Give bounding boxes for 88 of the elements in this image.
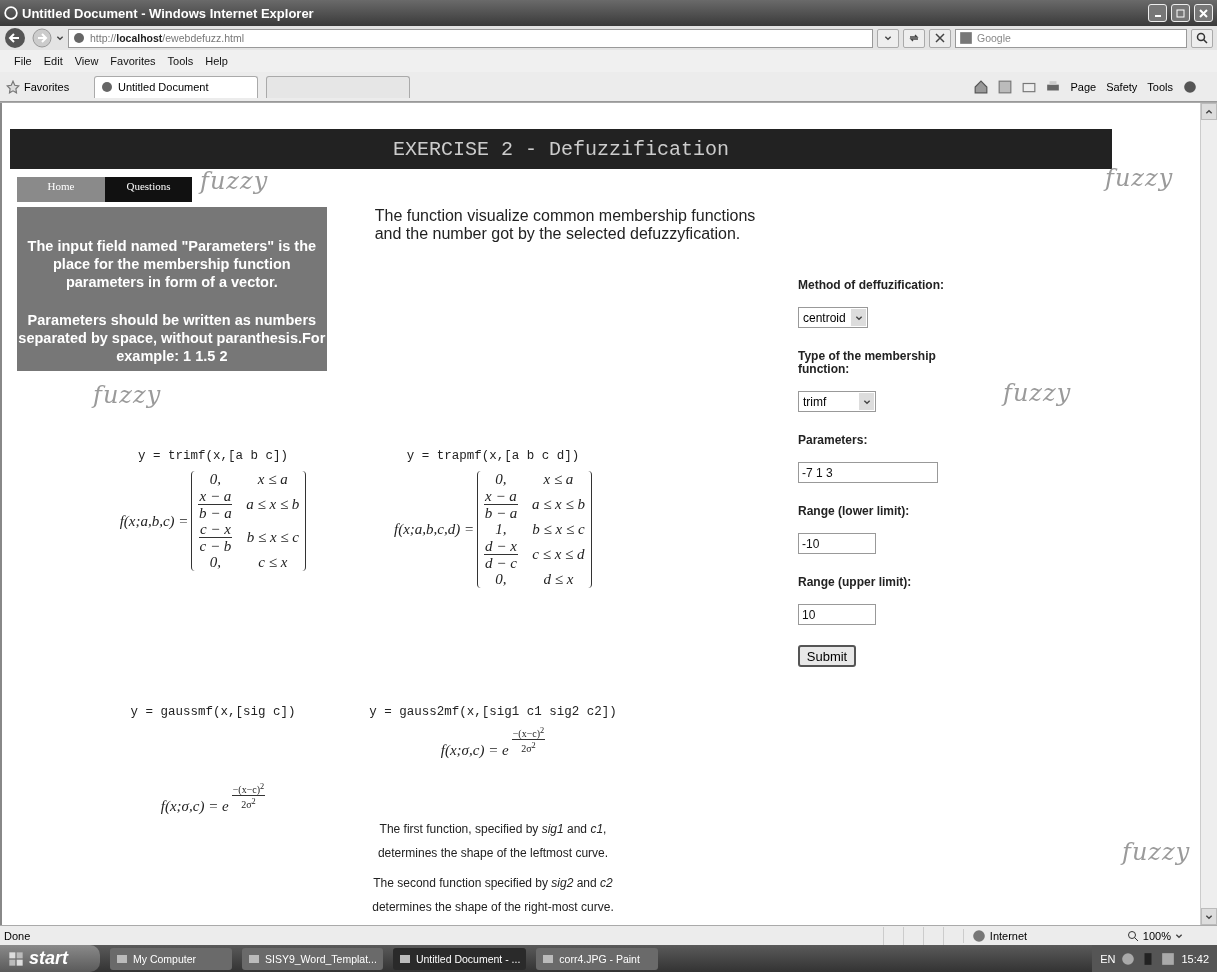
tray-icon — [1121, 951, 1136, 966]
forward-button[interactable] — [32, 28, 52, 48]
caret-icon — [1175, 931, 1183, 940]
command-menu[interactable]: Safety — [1106, 80, 1138, 93]
favorites-button[interactable]: Favorites — [6, 79, 86, 94]
refresh-icon — [908, 32, 920, 44]
input-field[interactable]: -10 — [798, 533, 876, 554]
field-label: Range (lower limit): — [798, 505, 911, 518]
function-call-text: y = trimf(x,[a b c]) — [138, 449, 288, 463]
page-header: EXERCISE 2 - Defuzzification — [10, 129, 1112, 169]
fuzzy-decoration: fuzzy — [93, 381, 162, 409]
zoom-button[interactable]: 100% — [1126, 929, 1183, 942]
caret-icon — [56, 34, 64, 42]
note-text: The second function specified by sig2 and c2 determines the shape of the right-most curve. — [371, 874, 615, 916]
language-indicator[interactable]: EN — [1100, 952, 1116, 965]
field-label: Type of the membership function: — [798, 350, 937, 376]
fuzzy-decoration: fuzzy — [1122, 838, 1191, 866]
caret-icon — [854, 313, 863, 322]
feed-icon — [998, 79, 1013, 94]
search-field[interactable]: Google — [955, 28, 1187, 48]
taskbar-item[interactable]: SISY9_Word_Templat... — [242, 947, 383, 970]
menu-item[interactable]: Favorites — [110, 55, 156, 67]
command-menu[interactable]: Page — [1070, 80, 1097, 93]
search-icon — [1196, 32, 1208, 44]
info-text: Parameters should be written as numbers separated by space, without paranthesis.For example: 1 1.5 2 — [17, 311, 327, 365]
caret-icon — [862, 397, 871, 406]
star-icon — [6, 79, 20, 94]
menu-item[interactable]: File — [14, 55, 32, 67]
close-icon — [1199, 8, 1208, 18]
function-call-text: y = trapmf(x,[a b c d]) — [406, 449, 580, 463]
print-icon — [1046, 79, 1061, 94]
taskbar-item[interactable]: corr4.JPG - Paint — [536, 947, 659, 970]
function-call-text: y = gauss2mf(x,[sig1 c1 sig2 c2]) — [369, 705, 617, 719]
window-title: Untitled Document - Windows Internet Explorer — [22, 5, 315, 21]
zone-text: Internet — [989, 929, 1028, 942]
gaussian-formula: f(x;σ,c) = e −(x−c)$^{2}$ 2σ$^{2}$ — [160, 781, 266, 817]
taskbar-item[interactable]: My Computer — [110, 947, 232, 970]
caret-icon — [1205, 912, 1213, 921]
command-menu[interactable]: Tools — [1147, 80, 1173, 93]
taskbar-item[interactable]: Untitled Document - ... — [392, 947, 527, 970]
maximize-icon — [1176, 8, 1185, 18]
scroll-down-button[interactable] — [1201, 908, 1217, 925]
note-text: The first function, specified by sig1 and c1, determines the shape of the leftmost curve. — [376, 820, 610, 862]
menu-item[interactable]: View — [74, 55, 99, 67]
status-text: Done — [4, 929, 32, 942]
close-button[interactable] — [1194, 4, 1213, 22]
field-label: Range (upper limit): — [798, 576, 913, 589]
fuzzy-decoration: fuzzy — [1003, 379, 1072, 407]
stop-icon — [934, 32, 946, 44]
stop-button[interactable] — [929, 28, 951, 48]
fuzzy-decoration: fuzzy — [200, 167, 269, 195]
browser-tab[interactable]: Untitled Document — [94, 75, 258, 98]
back-button[interactable] — [4, 27, 28, 49]
window-icon — [116, 952, 128, 965]
windows-flag-icon — [8, 950, 24, 967]
window-icon — [398, 952, 411, 965]
refresh-button[interactable] — [903, 28, 925, 48]
menu-item[interactable]: Edit — [43, 55, 63, 67]
description-text: The function visualize common membership functions and the number got by the selected defuzzyfication. — [374, 207, 757, 244]
caret-up-icon — [1205, 107, 1213, 116]
submit-button[interactable]: Submit — [798, 645, 856, 667]
input-field[interactable]: -7 1 3 — [798, 462, 938, 483]
window-icon — [248, 952, 260, 965]
scroll-up-button[interactable] — [1201, 103, 1217, 120]
input-field[interactable]: 10 — [798, 604, 876, 625]
minimize-button[interactable] — [1148, 4, 1167, 22]
tray-icon — [1161, 951, 1176, 966]
dropdown[interactable]: centroid — [798, 307, 868, 328]
clock-text: 15:42 — [1181, 952, 1209, 965]
nav-tab[interactable]: Questions — [105, 177, 192, 202]
browser-icon — [4, 6, 18, 20]
search-button[interactable] — [1191, 28, 1213, 48]
field-label: Parameters: — [798, 434, 869, 447]
start-button[interactable]: start — [0, 945, 100, 972]
caret-icon — [884, 34, 892, 42]
gaussian-formula: f(x;σ,c) = e −(x−c)$^{2}$ 2σ$^{2}$ — [440, 725, 546, 761]
window-icon — [542, 952, 555, 965]
field-label: Method of deffuzification: — [798, 279, 945, 292]
maximize-button[interactable] — [1171, 4, 1190, 22]
dropdown-button[interactable] — [877, 28, 899, 48]
dropdown[interactable]: trimf — [798, 391, 876, 412]
menu-item[interactable]: Tools — [167, 55, 194, 67]
address-field[interactable]: http://localhost/ewebdefuzz.html — [68, 28, 873, 48]
info-text: The input field named "Parameters" is the place for the membership function parameters in form of a vector. — [26, 237, 318, 291]
menu-item[interactable]: Help — [205, 55, 228, 67]
function-call-text: y = gaussmf(x,[sig c]) — [130, 705, 296, 719]
magnifier-icon — [1126, 929, 1139, 942]
home-icon — [974, 79, 989, 94]
